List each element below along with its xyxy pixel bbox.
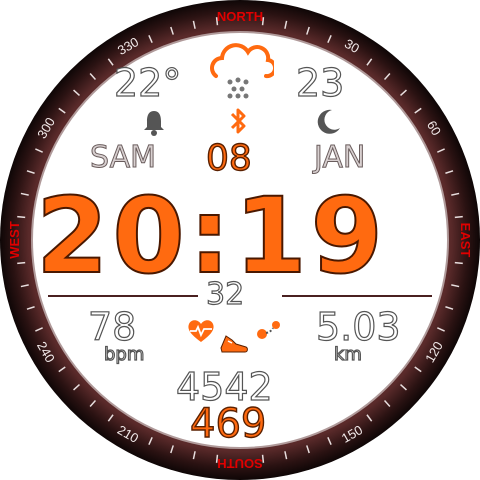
distance-value: 5.03: [315, 305, 401, 349]
date-day: 08: [205, 138, 252, 179]
bluetooth-icon: [230, 108, 246, 134]
temperature-value: 22°: [113, 61, 182, 105]
distance-unit: km: [333, 344, 362, 365]
bezel-west-label: WEST: [7, 221, 22, 259]
bezel-tick: [454, 261, 463, 265]
calories-value: 469: [189, 401, 267, 447]
date-month: JAN: [313, 140, 366, 175]
bezel-tick: [17, 215, 26, 219]
bezel-south-label: SOUTH: [217, 456, 263, 471]
bezel-north-label: NORTH: [217, 9, 263, 24]
bell-icon: [144, 111, 164, 136]
running-shoe-icon: [220, 335, 248, 353]
moon-icon: [317, 109, 340, 134]
bezel-tick: [454, 215, 463, 219]
bezel-east-label: EAST: [458, 223, 473, 258]
date-weekday: SAM: [89, 140, 157, 175]
main-time: 20:19: [35, 175, 388, 297]
seconds-value: 32: [205, 277, 245, 312]
weather-secondary-value: 23: [295, 61, 345, 105]
heart-rate-value: 78: [87, 305, 137, 349]
heart-pulse-icon: [188, 320, 214, 342]
heart-rate-unit: bpm: [103, 344, 145, 365]
route-icon: [257, 321, 280, 339]
bezel-tick: [17, 261, 26, 265]
cloud-snow-icon: [210, 43, 274, 99]
